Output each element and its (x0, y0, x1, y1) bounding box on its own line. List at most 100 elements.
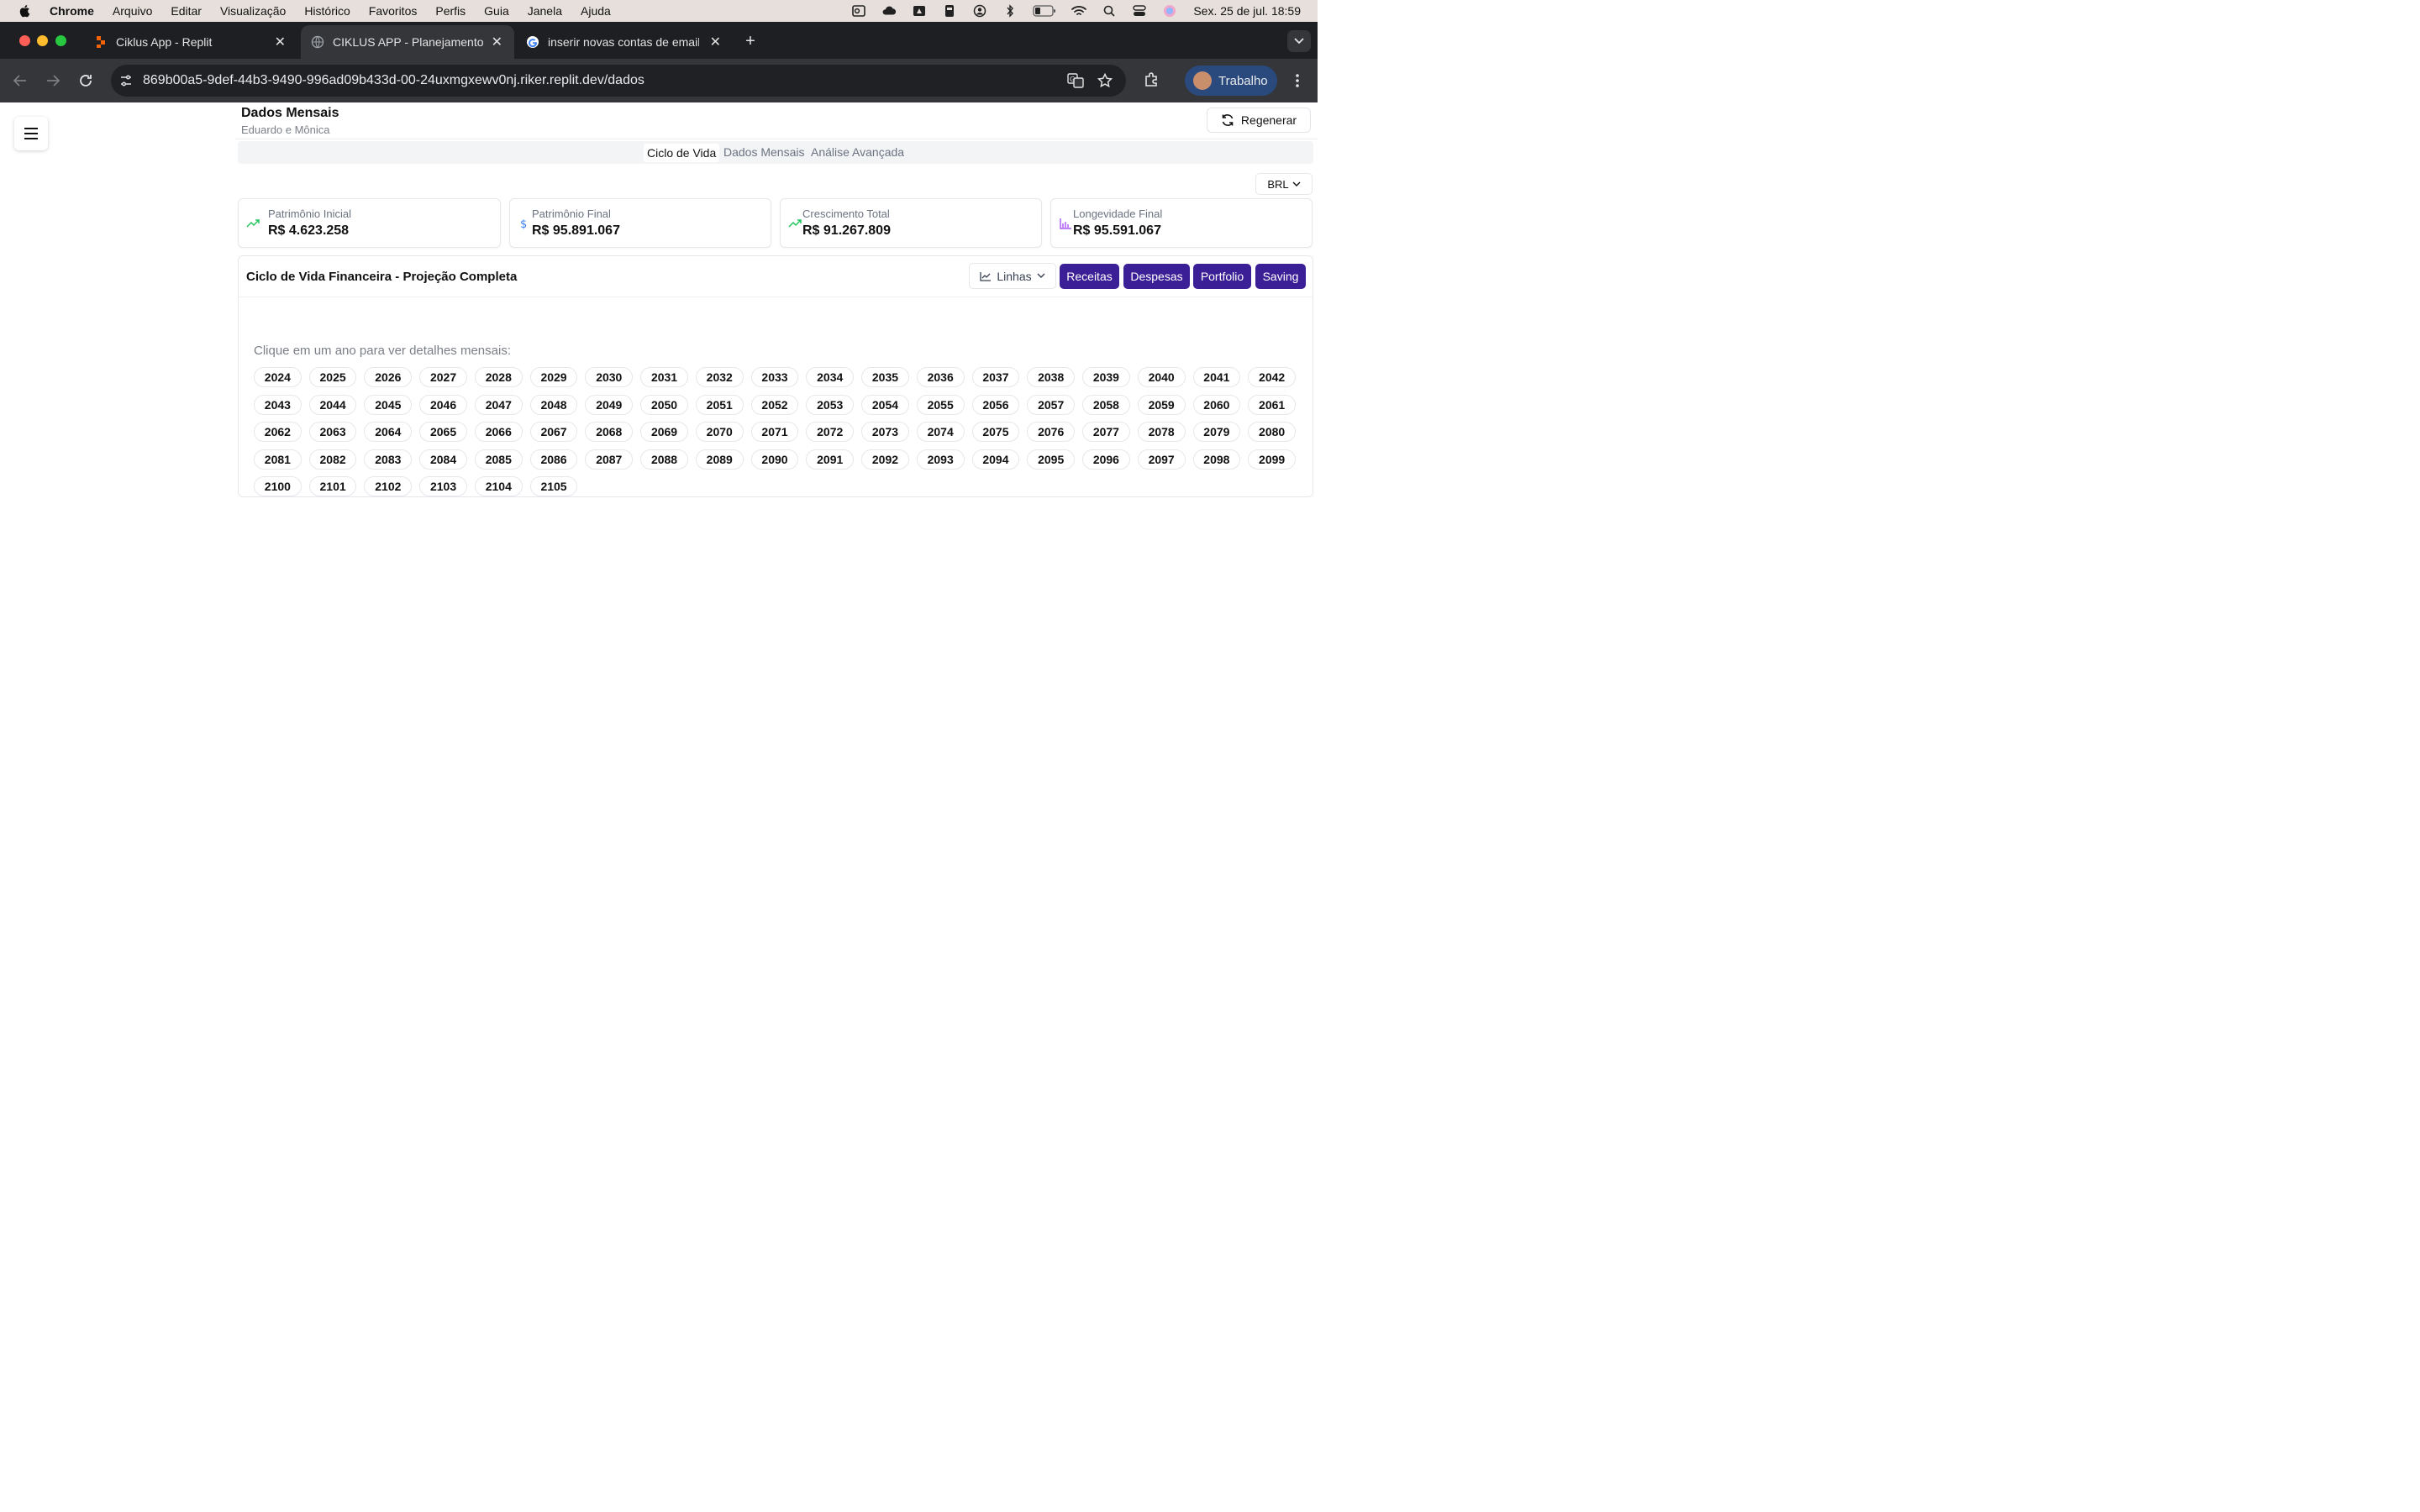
year-chip[interactable]: 2081 (254, 449, 302, 470)
year-chip[interactable]: 2039 (1082, 367, 1130, 387)
siri-icon[interactable] (1162, 4, 1177, 18)
menu-clock[interactable]: Sex. 25 de jul. 18:59 (1193, 4, 1301, 18)
year-chip[interactable]: 2078 (1137, 422, 1186, 443)
bluetooth-icon[interactable] (1002, 4, 1018, 18)
year-chip[interactable]: 2105 (529, 476, 578, 497)
year-chip[interactable]: 2049 (585, 394, 634, 415)
year-chip[interactable]: 2057 (1027, 394, 1076, 415)
year-chip[interactable]: 2096 (1082, 449, 1130, 470)
year-chip[interactable]: 2069 (640, 422, 688, 443)
year-chip[interactable]: 2080 (1248, 422, 1296, 443)
menu-editar[interactable]: Editar (171, 4, 202, 18)
menu-perfis[interactable]: Perfis (435, 4, 466, 18)
year-chip[interactable]: 2070 (695, 422, 744, 443)
year-chip[interactable]: 2038 (1027, 367, 1076, 387)
more-menu-icon[interactable] (1292, 72, 1302, 89)
site-settings-icon[interactable] (119, 74, 133, 87)
year-chip[interactable]: 2074 (916, 422, 965, 443)
tab-analise-avancada[interactable]: Análise Avançada (811, 145, 904, 159)
menu-guia[interactable]: Guia (484, 4, 509, 18)
currency-select[interactable]: BRL (1255, 173, 1313, 195)
forward-arrow-icon[interactable] (45, 73, 60, 88)
browser-tab-ciklus[interactable]: CIKLUS APP - Planejamento F ✕ (301, 25, 514, 59)
chart-view-select[interactable]: Linhas (969, 263, 1056, 289)
year-chip[interactable]: 2046 (419, 394, 467, 415)
year-chip[interactable]: 2071 (750, 422, 799, 443)
year-chip[interactable]: 2058 (1082, 394, 1130, 415)
close-tab-icon[interactable]: ✕ (275, 34, 286, 50)
hamburger-menu-button[interactable] (14, 117, 48, 150)
year-chip[interactable]: 2053 (806, 394, 855, 415)
menu-arquivo[interactable]: Arquivo (113, 4, 152, 18)
year-chip[interactable]: 2076 (1027, 422, 1076, 443)
year-chip[interactable]: 2035 (861, 367, 909, 387)
year-chip[interactable]: 2034 (806, 367, 855, 387)
close-window-button[interactable] (19, 35, 30, 46)
year-chip[interactable]: 2026 (364, 367, 413, 387)
browser-tab-replit[interactable]: Ciklus App - Replit ✕ (84, 25, 297, 59)
regenerate-button[interactable]: Regenerar (1207, 108, 1311, 133)
bookmark-star-icon[interactable] (1097, 73, 1113, 88)
year-chip[interactable]: 2056 (971, 394, 1020, 415)
menu-app-name[interactable]: Chrome (50, 4, 94, 18)
year-chip[interactable]: 2084 (419, 449, 467, 470)
address-bar[interactable]: 869b00a5-9def-44b3-9490-996ad09b433d-00-… (111, 65, 1126, 97)
year-chip[interactable]: 2099 (1248, 449, 1296, 470)
new-tab-button[interactable]: + (741, 32, 760, 50)
year-chip[interactable]: 2088 (640, 449, 688, 470)
year-chip[interactable]: 2086 (529, 449, 578, 470)
year-chip[interactable]: 2098 (1192, 449, 1241, 470)
tab-search-button[interactable] (1287, 30, 1311, 52)
cloud-icon[interactable] (881, 4, 897, 18)
year-chip[interactable]: 2033 (750, 367, 799, 387)
year-chip[interactable]: 2079 (1192, 422, 1241, 443)
back-arrow-icon[interactable] (13, 73, 28, 88)
year-chip[interactable]: 2027 (419, 367, 467, 387)
year-chip[interactable]: 2061 (1248, 394, 1296, 415)
extensions-icon[interactable] (1144, 72, 1159, 87)
year-chip[interactable]: 2052 (750, 394, 799, 415)
year-chip[interactable]: 2075 (971, 422, 1020, 443)
year-chip[interactable]: 2095 (1027, 449, 1076, 470)
year-chip[interactable]: 2040 (1137, 367, 1186, 387)
close-tab-icon[interactable]: ✕ (492, 34, 502, 50)
year-chip[interactable]: 2092 (861, 449, 909, 470)
year-chip[interactable]: 2054 (861, 394, 909, 415)
year-chip[interactable]: 2024 (254, 367, 302, 387)
tab-ciclo-de-vida[interactable]: Ciclo de Vida (644, 144, 720, 162)
year-chip[interactable]: 2041 (1192, 367, 1241, 387)
year-chip[interactable]: 2047 (474, 394, 523, 415)
year-chip[interactable]: 2048 (529, 394, 578, 415)
close-tab-icon[interactable]: ✕ (710, 34, 721, 50)
user-account-icon[interactable] (972, 4, 987, 18)
year-chip[interactable]: 2055 (916, 394, 965, 415)
menu-favoritos[interactable]: Favoritos (369, 4, 418, 18)
menu-historico[interactable]: Histórico (304, 4, 350, 18)
apple-icon[interactable] (18, 4, 32, 18)
maximize-window-button[interactable] (55, 35, 66, 46)
year-chip[interactable]: 2100 (254, 476, 302, 497)
year-chip[interactable]: 2042 (1248, 367, 1296, 387)
year-chip[interactable]: 2050 (640, 394, 688, 415)
year-chip[interactable]: 2085 (474, 449, 523, 470)
series-portfolio-button[interactable]: Portfolio (1193, 264, 1251, 289)
year-chip[interactable]: 2101 (308, 476, 357, 497)
menu-ajuda[interactable]: Ajuda (581, 4, 611, 18)
wifi-icon[interactable] (1071, 4, 1087, 18)
menu-janela[interactable]: Janela (528, 4, 562, 18)
battery-app-icon[interactable] (942, 4, 957, 18)
year-chip[interactable]: 2091 (806, 449, 855, 470)
menu-visualizacao[interactable]: Visualização (220, 4, 286, 18)
year-chip[interactable]: 2037 (971, 367, 1020, 387)
year-chip[interactable]: 2045 (364, 394, 413, 415)
year-chip[interactable]: 2064 (364, 422, 413, 443)
year-chip[interactable]: 2082 (308, 449, 357, 470)
year-chip[interactable]: 2090 (750, 449, 799, 470)
year-chip[interactable]: 2059 (1137, 394, 1186, 415)
year-chip[interactable]: 2029 (529, 367, 578, 387)
year-chip[interactable]: 2060 (1192, 394, 1241, 415)
year-chip[interactable]: 2028 (474, 367, 523, 387)
year-chip[interactable]: 2032 (695, 367, 744, 387)
series-saving-button[interactable]: Saving (1255, 264, 1306, 289)
translate-icon[interactable]: G (1067, 73, 1084, 88)
